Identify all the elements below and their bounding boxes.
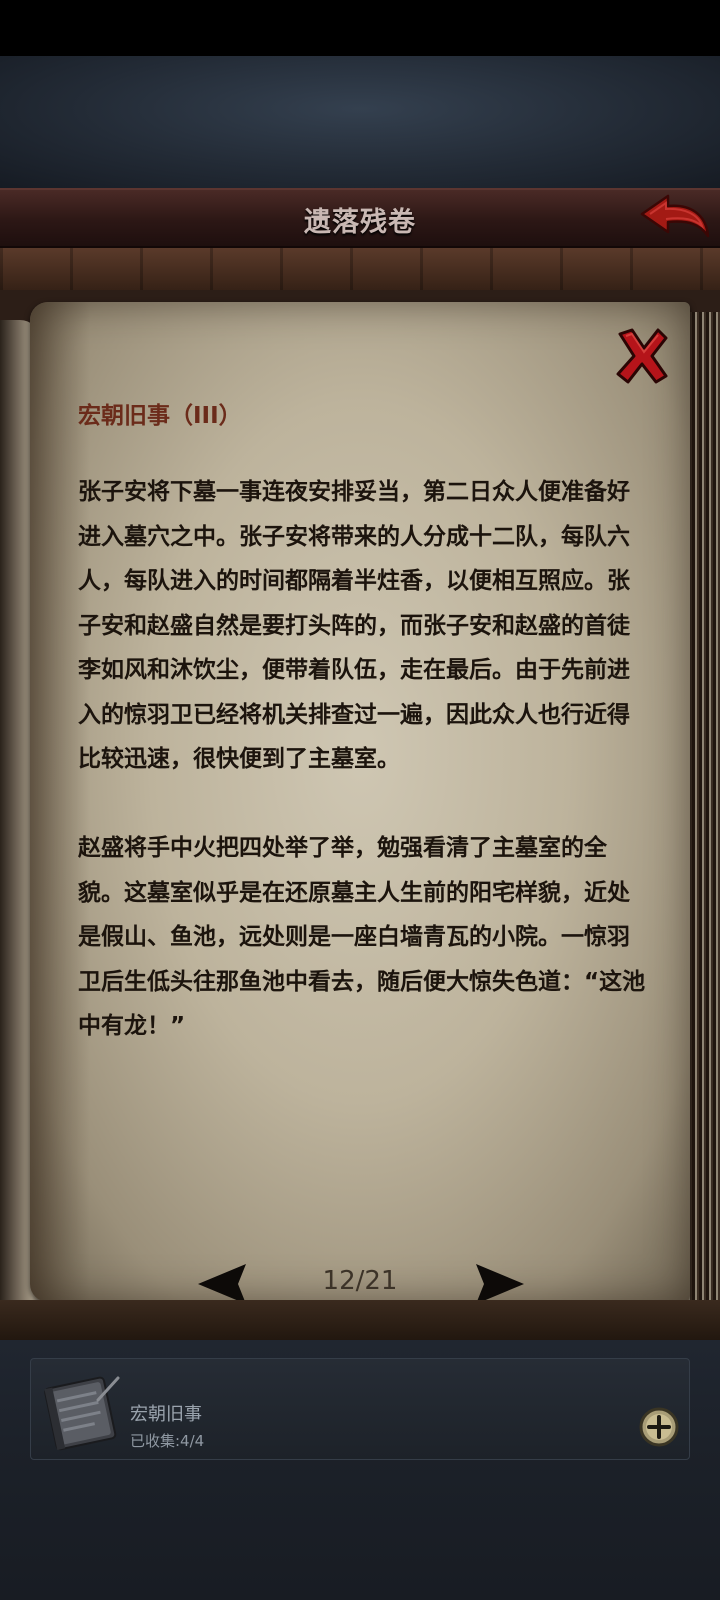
background-top — [0, 56, 720, 188]
book-right-pages — [685, 312, 720, 1302]
story-text: 张子安将下墓一事连夜安排妥当，第二日众人便准备好进入墓穴之中。张子安将带来的人分… — [78, 479, 646, 1039]
page-indicator: 12/21 — [322, 1266, 398, 1296]
status-bar-area — [0, 0, 720, 56]
collection-name: 宏朝旧事 — [130, 1404, 202, 1425]
page-title: 遗落残卷 — [304, 207, 416, 238]
book-bottom-edge — [0, 1300, 720, 1343]
chapter-title: 宏朝旧事（III） — [78, 403, 242, 429]
collection-count: 已收集:4/4 — [130, 1432, 205, 1450]
back-arrow-icon[interactable] — [638, 192, 712, 244]
collection-panel[interactable] — [30, 1358, 690, 1460]
book-icon — [44, 1376, 120, 1451]
close-x-icon[interactable] — [614, 326, 670, 386]
plus-circle-icon[interactable] — [638, 1406, 680, 1448]
